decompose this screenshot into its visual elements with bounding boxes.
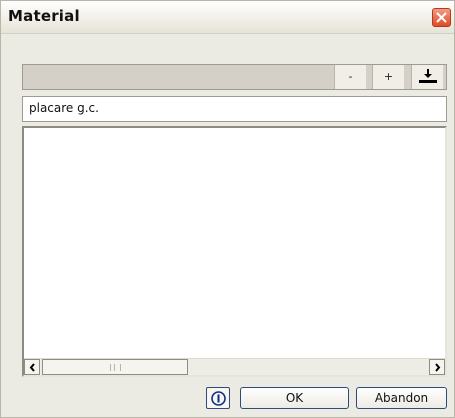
dialog-title: Material — [8, 7, 80, 25]
material-dialog: Material - + placare g.c. OK Abandon — [0, 0, 455, 418]
scroll-thumb[interactable] — [42, 359, 188, 375]
scroll-right-button[interactable] — [429, 359, 445, 375]
scroll-left-button[interactable] — [24, 359, 40, 375]
ok-button[interactable]: OK — [240, 387, 349, 409]
material-input[interactable]: placare g.c. — [22, 96, 447, 122]
toolbar: - + — [22, 64, 447, 90]
scroll-grip — [110, 364, 121, 371]
material-list[interactable] — [22, 126, 447, 377]
add-button[interactable]: + — [372, 65, 404, 89]
cancel-button[interactable]: Abandon — [356, 387, 447, 409]
remove-button[interactable]: - — [334, 65, 366, 89]
close-button[interactable] — [432, 8, 451, 27]
info-button[interactable] — [206, 387, 230, 409]
download-button[interactable] — [411, 65, 443, 89]
title-bar[interactable]: Material — [1, 1, 454, 34]
horizontal-scrollbar[interactable] — [24, 358, 445, 375]
